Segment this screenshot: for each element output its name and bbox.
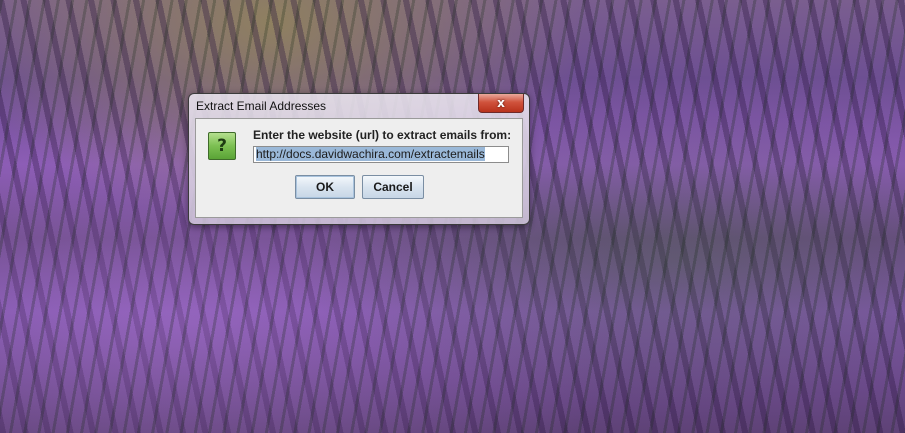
question-icon-glyph: ? [217,135,227,156]
close-icon: x [497,96,505,110]
url-input-value: http://docs.davidwachira.com/extractemai… [256,147,485,161]
cancel-button[interactable]: Cancel [362,175,424,199]
dialog-title: Extract Email Addresses [196,99,327,113]
extract-email-dialog: Extract Email Addresses x ? Enter the we… [188,93,530,225]
close-button[interactable]: x [478,94,524,113]
url-input[interactable]: http://docs.davidwachira.com/extractemai… [253,146,509,163]
prompt-label: Enter the website (url) to extract email… [253,128,512,142]
question-icon: ? [208,132,236,160]
dialog-titlebar[interactable]: Extract Email Addresses x [189,94,529,118]
ok-button[interactable]: OK [295,175,355,199]
dialog-content: ? Enter the website (url) to extract ema… [195,118,523,218]
